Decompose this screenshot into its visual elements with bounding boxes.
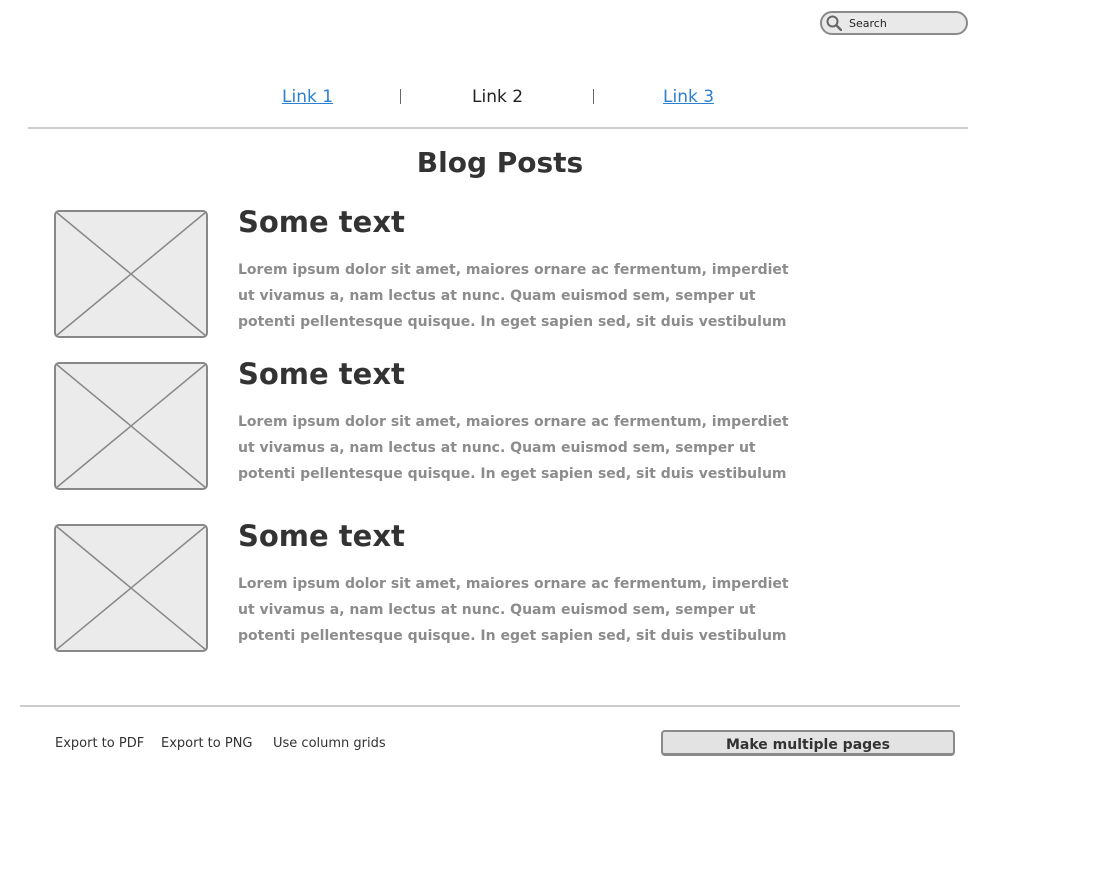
search-icon bbox=[826, 15, 842, 31]
post-body-line: Lorem ipsum dolor sit amet, maiores orna… bbox=[238, 414, 789, 430]
nav-link-1[interactable]: Link 1 bbox=[282, 86, 333, 108]
nav-link-3[interactable]: Link 3 bbox=[663, 86, 714, 108]
post-title: Some text bbox=[238, 519, 405, 553]
header-divider bbox=[28, 127, 968, 129]
image-placeholder-icon bbox=[54, 210, 208, 338]
post-body: Lorem ipsum dolor sit amet, maiores orna… bbox=[238, 409, 789, 487]
image-placeholder-icon bbox=[54, 524, 208, 652]
footer-divider bbox=[20, 705, 960, 707]
post-body: Lorem ipsum dolor sit amet, maiores orna… bbox=[238, 257, 789, 335]
search-input[interactable] bbox=[849, 14, 959, 32]
post-body-line: ut vivamus a, nam lectus at nunc. Quam e… bbox=[238, 440, 756, 456]
nav-separator bbox=[593, 89, 594, 104]
export-png-link[interactable]: Export to PNG bbox=[161, 735, 253, 753]
column-grids-link[interactable]: Use column grids bbox=[273, 735, 386, 753]
post-body-line: ut vivamus a, nam lectus at nunc. Quam e… bbox=[238, 602, 756, 618]
post-title: Some text bbox=[238, 357, 405, 391]
image-placeholder-icon bbox=[54, 362, 208, 490]
nav-separator bbox=[400, 89, 401, 104]
post-body-line: potenti pellentesque quisque. In eget sa… bbox=[238, 628, 787, 644]
search-box[interactable] bbox=[820, 11, 968, 35]
blog-post: Some text Lorem ipsum dolor sit amet, ma… bbox=[54, 357, 789, 492]
nav-link-2[interactable]: Link 2 bbox=[472, 86, 523, 108]
post-body-line: Lorem ipsum dolor sit amet, maiores orna… bbox=[238, 576, 789, 592]
post-title: Some text bbox=[238, 205, 405, 239]
page-title: Blog Posts bbox=[416, 146, 584, 179]
export-pdf-link[interactable]: Export to PDF bbox=[55, 735, 144, 753]
make-multiple-pages-button[interactable]: Make multiple pages bbox=[661, 730, 955, 756]
blog-post: Some text Lorem ipsum dolor sit amet, ma… bbox=[54, 519, 789, 654]
post-body-line: Lorem ipsum dolor sit amet, maiores orna… bbox=[238, 262, 789, 278]
post-body: Lorem ipsum dolor sit amet, maiores orna… bbox=[238, 571, 789, 649]
post-body-line: potenti pellentesque quisque. In eget sa… bbox=[238, 314, 787, 330]
blog-post: Some text Lorem ipsum dolor sit amet, ma… bbox=[54, 205, 789, 340]
post-body-line: potenti pellentesque quisque. In eget sa… bbox=[238, 466, 787, 482]
post-body-line: ut vivamus a, nam lectus at nunc. Quam e… bbox=[238, 288, 756, 304]
